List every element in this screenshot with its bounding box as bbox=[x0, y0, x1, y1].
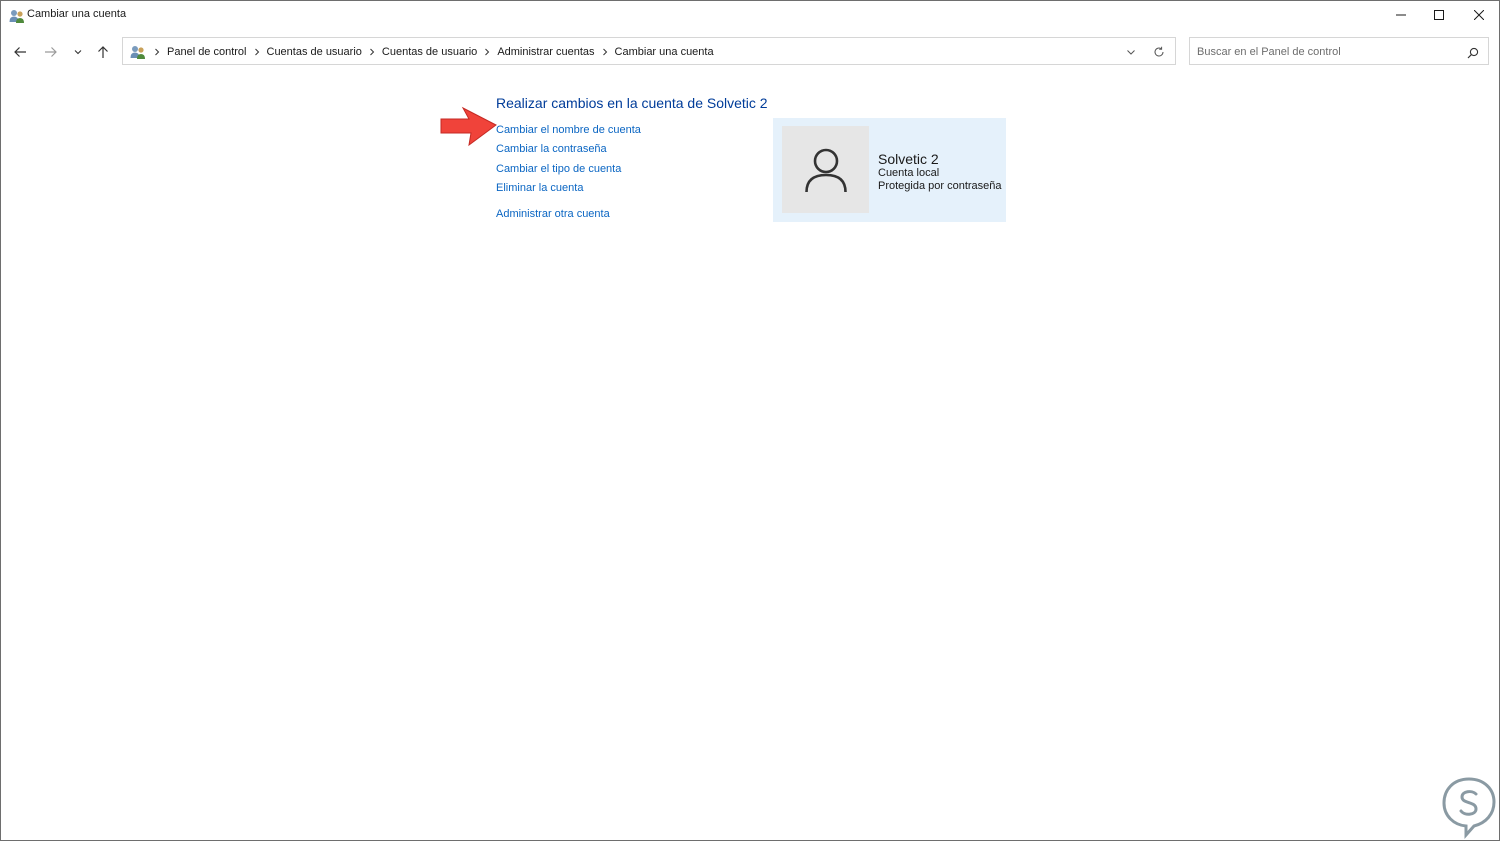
account-type: Cuenta local bbox=[878, 167, 940, 179]
account-protection: Protegida por contraseña bbox=[878, 180, 1002, 192]
refresh-button[interactable] bbox=[1151, 44, 1167, 60]
close-icon bbox=[1474, 10, 1484, 20]
chevron-down-icon bbox=[1127, 50, 1135, 55]
breadcrumb-item[interactable]: Administrar cuentas bbox=[495, 46, 596, 58]
forward-button[interactable] bbox=[40, 41, 62, 63]
search-icon[interactable] bbox=[1467, 46, 1479, 59]
chevron-right-icon[interactable] bbox=[149, 48, 165, 56]
breadcrumb-item[interactable]: Panel de control bbox=[165, 46, 249, 58]
user-icon bbox=[804, 148, 847, 192]
control-panel-window: Cambiar una cuenta Panel de control Cuen… bbox=[0, 0, 1500, 841]
title-bar: Cambiar una cuenta bbox=[1, 1, 1499, 29]
avatar bbox=[782, 126, 869, 213]
address-bar[interactable]: Panel de control Cuentas de usuario Cuen… bbox=[122, 37, 1176, 65]
chevron-right-icon[interactable] bbox=[364, 48, 380, 56]
change-account-type-link[interactable]: Cambiar el tipo de cuenta bbox=[496, 163, 621, 175]
search-input[interactable]: Buscar en el Panel de control bbox=[1189, 37, 1489, 65]
users-icon bbox=[9, 8, 25, 24]
page-heading: Realizar cambios en la cuenta de Solveti… bbox=[496, 95, 768, 111]
chevron-right-icon[interactable] bbox=[597, 48, 613, 56]
logo-watermark bbox=[1442, 777, 1496, 839]
navigation-bar: Panel de control Cuentas de usuario Cuen… bbox=[1, 37, 1499, 69]
change-password-link[interactable]: Cambiar la contraseña bbox=[496, 143, 607, 155]
arrow-left-icon bbox=[14, 47, 26, 57]
account-tile: Solvetic 2 Cuenta local Protegida por co… bbox=[773, 118, 1006, 222]
arrow-up-icon bbox=[98, 46, 108, 58]
rename-account-link[interactable]: Cambiar el nombre de cuenta bbox=[496, 124, 641, 136]
manage-other-account-link[interactable]: Administrar otra cuenta bbox=[496, 208, 610, 220]
close-button[interactable] bbox=[1459, 1, 1499, 29]
chevron-right-icon[interactable] bbox=[479, 48, 495, 56]
search-placeholder: Buscar en el Panel de control bbox=[1197, 46, 1341, 58]
maximize-button[interactable] bbox=[1419, 1, 1459, 29]
window-title: Cambiar una cuenta bbox=[27, 8, 127, 20]
users-icon bbox=[130, 44, 146, 60]
recent-locations-button[interactable] bbox=[67, 41, 89, 63]
breadcrumb-item[interactable]: Cuentas de usuario bbox=[380, 46, 479, 58]
back-button[interactable] bbox=[9, 41, 31, 63]
refresh-icon bbox=[1154, 46, 1164, 57]
breadcrumb-item[interactable]: Cambiar una cuenta bbox=[613, 46, 716, 58]
address-history-button[interactable] bbox=[1123, 44, 1139, 60]
maximize-icon bbox=[1434, 10, 1444, 20]
minimize-icon bbox=[1396, 14, 1406, 16]
breadcrumb-item[interactable]: Cuentas de usuario bbox=[265, 46, 364, 58]
up-button[interactable] bbox=[92, 41, 114, 63]
account-name: Solvetic 2 bbox=[878, 151, 939, 167]
minimize-button[interactable] bbox=[1381, 1, 1421, 29]
arrow-right-icon bbox=[45, 47, 57, 57]
chevron-right-icon[interactable] bbox=[249, 48, 265, 56]
chevron-down-icon bbox=[74, 50, 82, 55]
breadcrumb: Panel de control Cuentas de usuario Cuen… bbox=[149, 38, 716, 66]
delete-account-link[interactable]: Eliminar la cuenta bbox=[496, 182, 583, 194]
red-arrow-icon bbox=[440, 106, 497, 147]
